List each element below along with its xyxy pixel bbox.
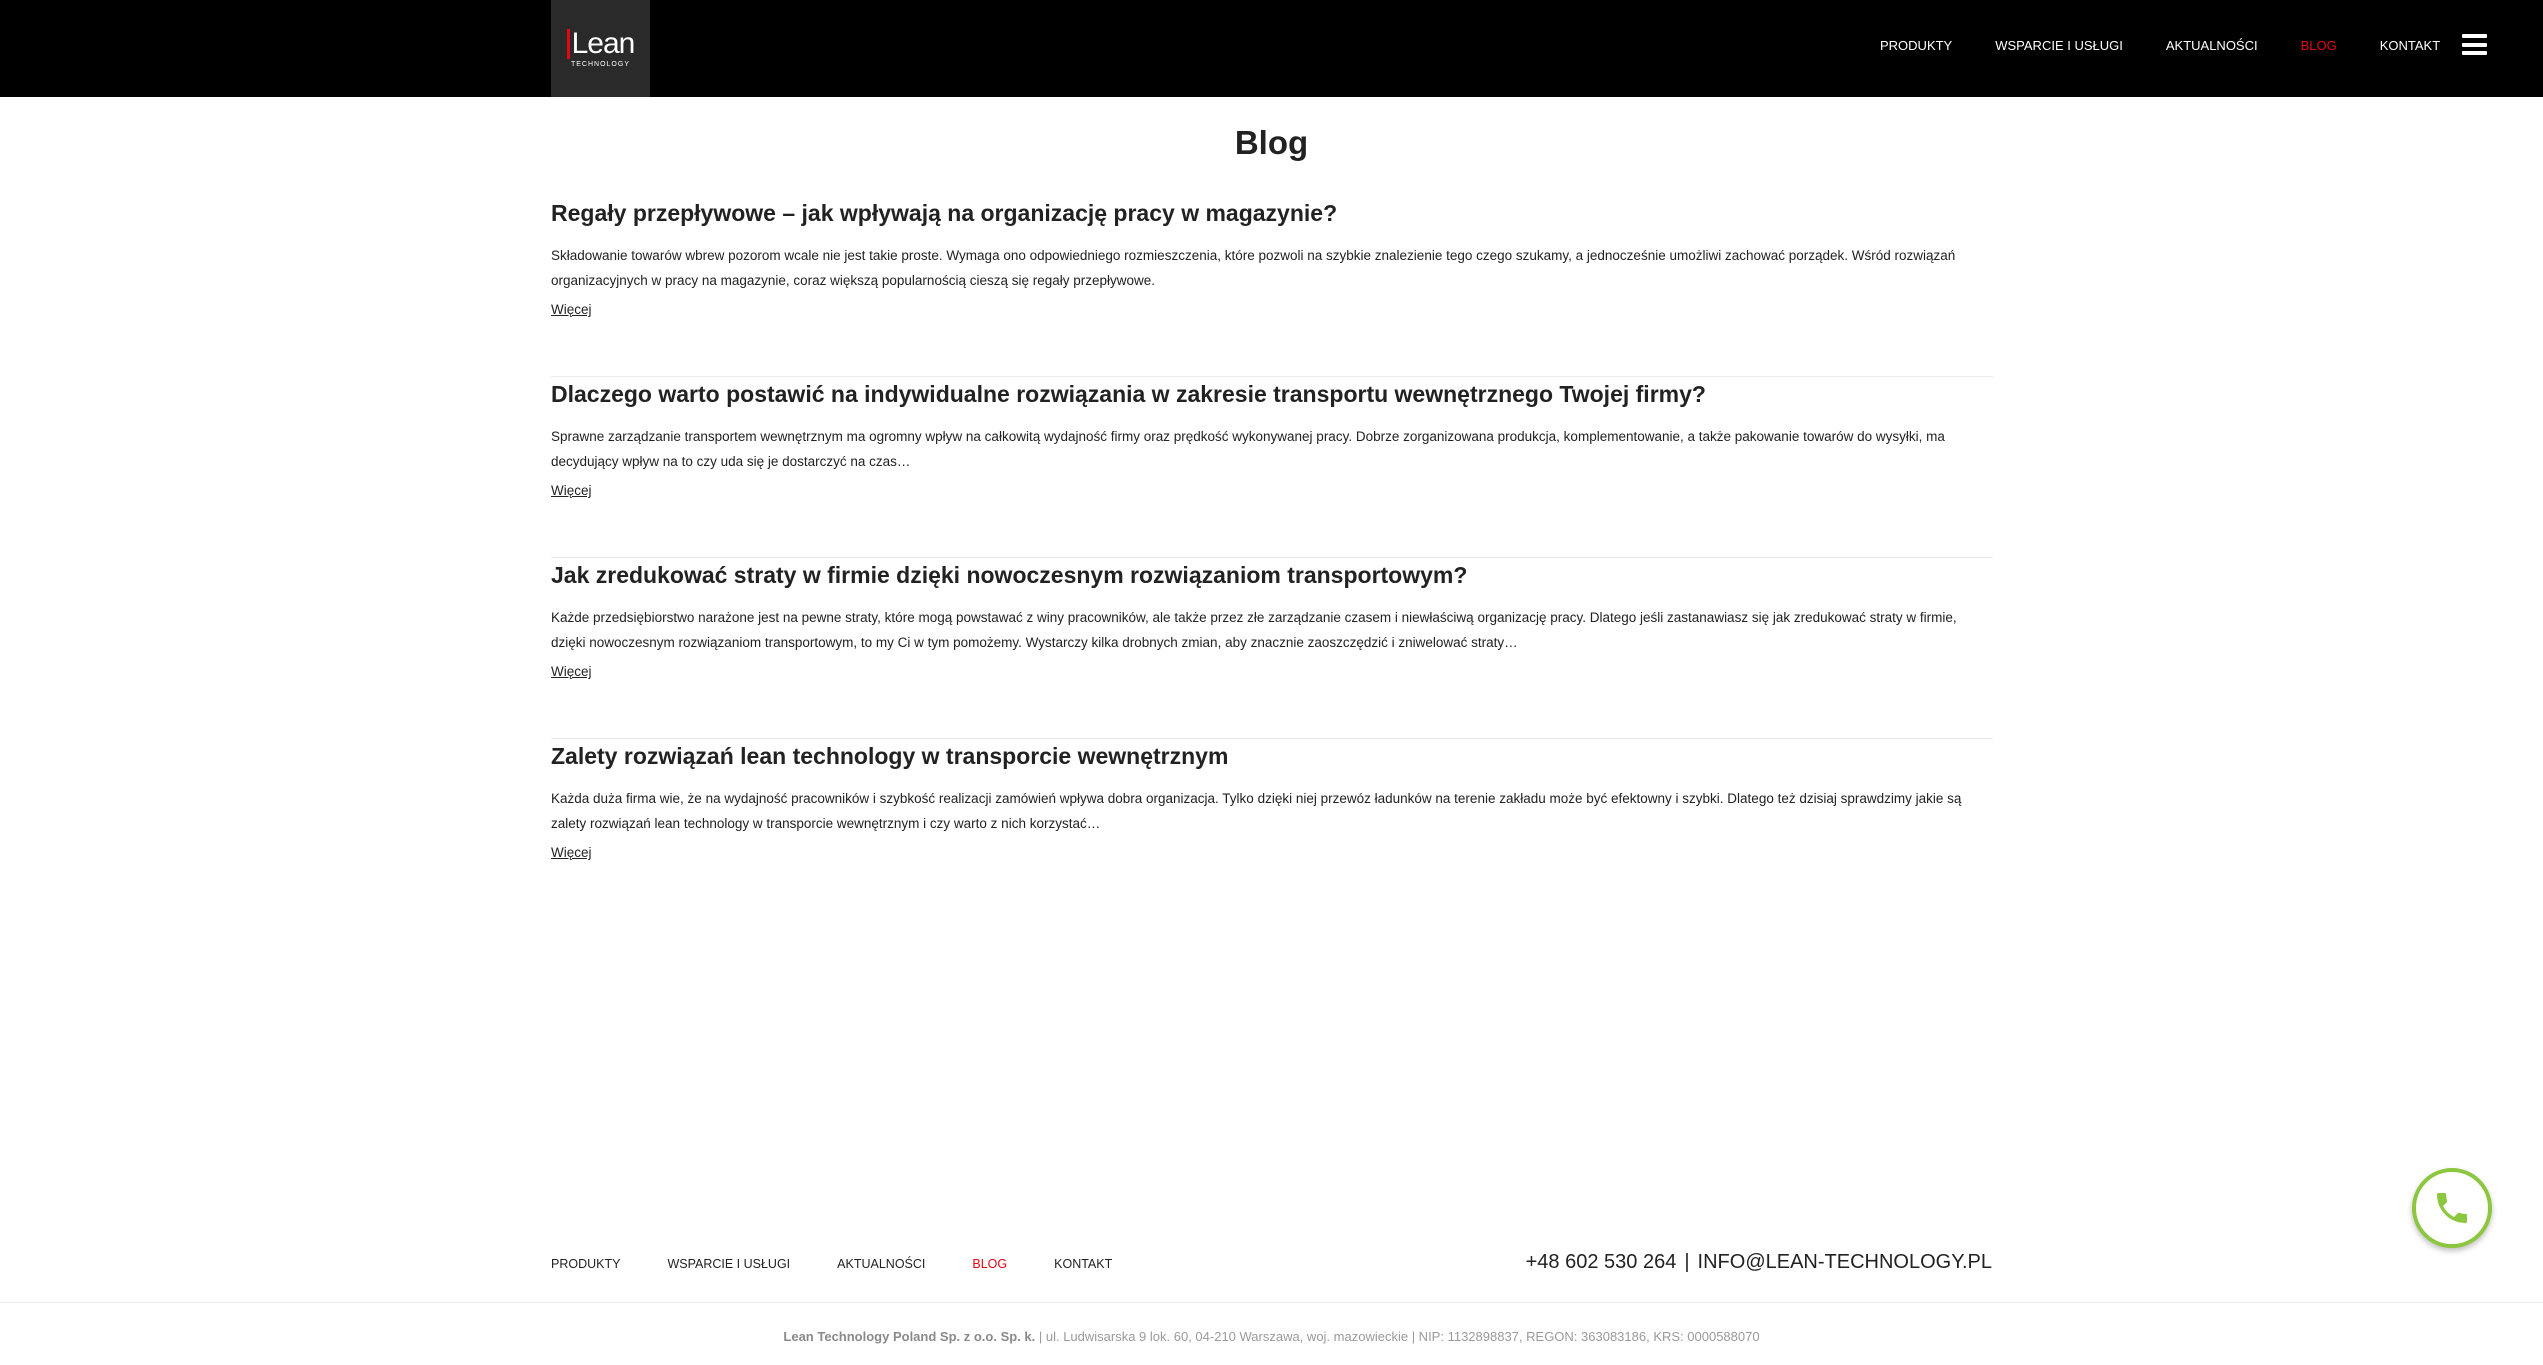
blog-post: Jak zredukować straty w firmie dzięki no… [551, 558, 1993, 739]
footer-divider [0, 1302, 2543, 1303]
blog-post: Zalety rozwiązań lean technology w trans… [551, 739, 1993, 920]
blog-post: Regały przepływowe – jak wpływają na org… [551, 196, 1993, 377]
footer-nav-wsparcie-i-uslugi[interactable]: WSPARCIE I USŁUGI [667, 1257, 790, 1271]
nav-kontakt[interactable]: KONTAKT [2380, 38, 2440, 53]
post-title[interactable]: Regały przepływowe – jak wpływają na org… [551, 196, 1993, 228]
post-excerpt: Sprawne zarządzanie transportem wewnętrz… [551, 429, 1945, 469]
post-excerpt: Każde przedsiębiorstwo narażone jest na … [551, 610, 1957, 650]
hamburger-line [2462, 42, 2487, 47]
hamburger-line [2462, 34, 2487, 38]
nav-aktualnosci[interactable]: AKTUALNOŚCI [2166, 38, 2258, 53]
blog-post-list: Regały przepływowe – jak wpływają na org… [551, 196, 1993, 920]
read-more-link[interactable]: Więcej [551, 483, 592, 498]
page-title: Blog [1234, 124, 1309, 161]
post-title[interactable]: Dlaczego warto postawić na indywidualne … [551, 377, 1993, 409]
legal-info: Lean Technology Poland Sp. z o.o. Sp. k.… [0, 1329, 2543, 1344]
nav-blog[interactable]: BLOG [2301, 38, 2337, 53]
phone-number: 602 530 264 [1565, 1251, 1677, 1273]
logo-text: Lean [571, 27, 636, 60]
company-details: | ul. Ludwisarska 9 lok. 60, 04-210 Wars… [1035, 1329, 1760, 1344]
site-header: Lean TECHNOLOGY PRODUKTY WSPARCIE I USŁU… [0, 0, 2543, 97]
phone-icon [2437, 1193, 2467, 1223]
blog-post: Dlaczego warto postawić na indywidualne … [551, 377, 1993, 558]
post-excerpt: Składowanie towarów wbrew pozorom wcale … [551, 248, 1956, 288]
footer-contact: +48 602 530 264 | INFO@LEAN-TECHNOLOGY.PL [1526, 1251, 1992, 1274]
read-more-link[interactable]: Więcej [551, 302, 592, 317]
phone-prefix: +48 [1525, 1251, 1560, 1273]
post-title[interactable]: Zalety rozwiązań lean technology w trans… [551, 739, 1993, 771]
site-logo[interactable]: Lean TECHNOLOGY [551, 0, 650, 97]
footer-nav-blog[interactable]: BLOG [972, 1257, 1007, 1271]
hamburger-line [2462, 51, 2487, 55]
hamburger-icon[interactable] [2462, 34, 2487, 55]
contact-separator: | [1684, 1251, 1690, 1273]
call-button[interactable] [2412, 1168, 2492, 1248]
nav-wsparcie-i-uslugi[interactable]: WSPARCIE I USŁUGI [1995, 38, 2123, 53]
email-link[interactable]: INFO@LEAN-TECHNOLOGY.PL [1698, 1251, 1992, 1273]
main-navigation: PRODUKTY WSPARCIE I USŁUGI AKTUALNOŚCI B… [1880, 38, 2483, 53]
post-title[interactable]: Jak zredukować straty w firmie dzięki no… [551, 558, 1993, 590]
footer-nav-produkty[interactable]: PRODUKTY [551, 1257, 620, 1271]
logo-subtitle: TECHNOLOGY [570, 61, 630, 68]
phone-link[interactable]: +48 602 530 264 [1526, 1251, 1677, 1273]
footer-nav-kontakt[interactable]: KONTAKT [1054, 1257, 1112, 1271]
footer-nav-aktualnosci[interactable]: AKTUALNOŚCI [837, 1257, 925, 1271]
logo-accent-bar [566, 29, 570, 59]
read-more-link[interactable]: Więcej [551, 845, 592, 860]
footer-navigation: PRODUKTY WSPARCIE I USŁUGI AKTUALNOŚCI B… [551, 1257, 1159, 1271]
post-excerpt: Każda duża firma wie, że na wydajność pr… [551, 791, 1962, 831]
logo-wordmark: Lean [566, 27, 636, 60]
nav-produkty[interactable]: PRODUKTY [1880, 38, 1952, 53]
company-name: Lean Technology Poland Sp. z o.o. Sp. k. [783, 1329, 1036, 1344]
read-more-link[interactable]: Więcej [551, 664, 592, 679]
